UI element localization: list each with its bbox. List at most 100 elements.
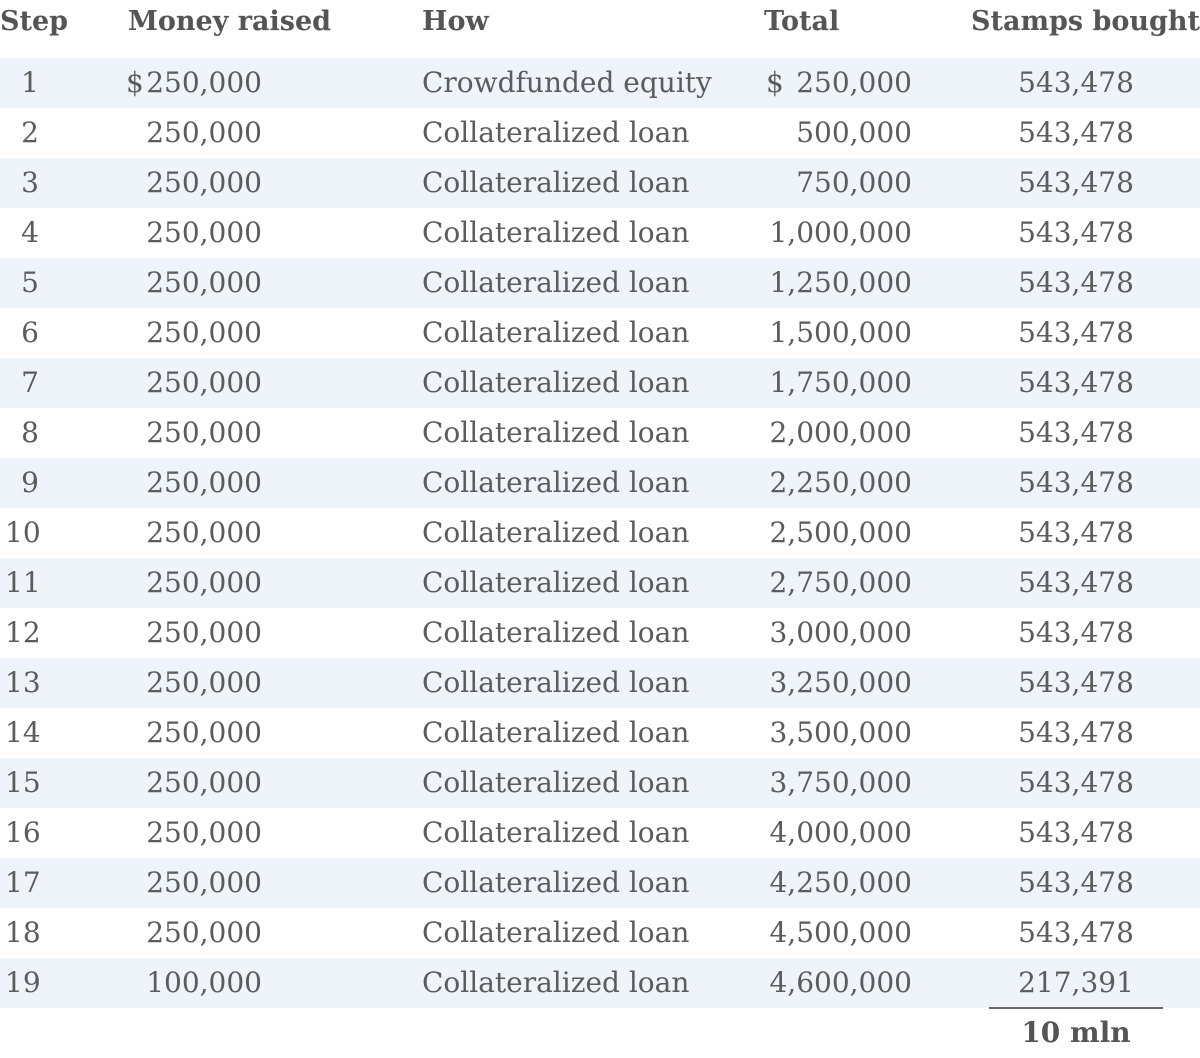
total-value: 750,000 <box>796 166 912 199</box>
money-value: 250,000 <box>146 166 262 199</box>
cell-total: 3,000,000 <box>766 616 912 650</box>
cell-how: Collateralized loan <box>422 916 690 949</box>
table-row: 19 100,000 Collateralized loan 4,600,000 217… <box>0 958 1200 1008</box>
table-row: 18 250,000 Collateralized loan 4,500,000 543… <box>0 908 1200 958</box>
cell-how: Collateralized loan <box>422 516 690 549</box>
cell-money-raised: 250,000 <box>126 816 262 850</box>
cell-total: 3,250,000 <box>766 666 912 700</box>
cell-how: Collateralized loan <box>422 616 690 649</box>
cell-money-raised: $250,000 <box>126 66 262 100</box>
total-value: 2,000,000 <box>769 416 912 449</box>
table-row: 12 250,000 Collateralized loan 3,000,000 543… <box>0 608 1200 658</box>
cell-money-raised: 250,000 <box>126 216 262 250</box>
total-value: 1,000,000 <box>769 216 912 249</box>
cell-stamps-bought: 543,478 <box>1018 766 1134 799</box>
table-row: 17 250,000 Collateralized loan 4,250,000 543… <box>0 858 1200 908</box>
cell-total: 1,500,000 <box>766 316 912 350</box>
cell-money-raised: 250,000 <box>126 616 262 650</box>
table-row: 4 250,000 Collateralized loan 1,000,000 543,… <box>0 208 1200 258</box>
table-row: 13 250,000 Collateralized loan 3,250,000 543… <box>0 658 1200 708</box>
cell-step: 15 <box>5 766 41 799</box>
total-value: 2,500,000 <box>769 516 912 549</box>
money-value: 250,000 <box>146 216 262 249</box>
header-total: Total <box>764 6 840 37</box>
total-value: 3,000,000 <box>769 616 912 649</box>
table-row: 2 250,000 Collateralized loan 500,000 543,47… <box>0 108 1200 158</box>
cell-total: 2,000,000 <box>766 416 912 450</box>
cell-total: 4,500,000 <box>766 916 912 950</box>
table-row: 14 250,000 Collateralized loan 3,500,000 543… <box>0 708 1200 758</box>
header-stamps-bought: Stamps bought <box>970 6 1200 37</box>
total-value: 2,750,000 <box>769 566 912 599</box>
cell-step: 17 <box>5 866 41 899</box>
cell-money-raised: 250,000 <box>126 566 262 600</box>
cell-money-raised: 250,000 <box>126 166 262 200</box>
money-value: 250,000 <box>146 516 262 549</box>
cell-money-raised: 250,000 <box>126 266 262 300</box>
cell-step: 13 <box>5 666 41 699</box>
table-row: 1 $250,000 Crowdfunded equity $250,000 543,4… <box>0 58 1200 108</box>
cell-money-raised: 250,000 <box>126 766 262 800</box>
cell-stamps-bought: 543,478 <box>1018 866 1134 899</box>
cell-total: 1,000,000 <box>766 216 912 250</box>
cell-how: Collateralized loan <box>422 266 690 299</box>
table-row: 10 250,000 Collateralized loan 2,500,000 543… <box>0 508 1200 558</box>
cell-money-raised: 250,000 <box>126 366 262 400</box>
cell-money-raised: 250,000 <box>126 916 262 950</box>
cell-how: Collateralized loan <box>422 466 690 499</box>
total-value: 3,250,000 <box>769 666 912 699</box>
cell-step: 16 <box>5 816 41 849</box>
money-value: 250,000 <box>146 66 262 99</box>
cell-money-raised: 250,000 <box>126 466 262 500</box>
cell-total: 2,250,000 <box>766 466 912 500</box>
cell-money-raised: 250,000 <box>126 666 262 700</box>
table-row: 11 250,000 Collateralized loan 2,750,000 543… <box>0 558 1200 608</box>
money-value: 250,000 <box>146 116 262 149</box>
money-value: 250,000 <box>146 366 262 399</box>
cell-stamps-bought: 543,478 <box>1018 316 1134 349</box>
cell-total: 3,750,000 <box>766 766 912 800</box>
cell-stamps-bought: 543,478 <box>1018 66 1134 99</box>
cell-total: 1,750,000 <box>766 366 912 400</box>
total-value: 1,250,000 <box>769 266 912 299</box>
cell-stamps-bought: 543,478 <box>1018 516 1134 549</box>
total-value: 4,600,000 <box>769 966 912 999</box>
money-value: 250,000 <box>146 866 262 899</box>
cell-stamps-bought: 543,478 <box>1018 566 1134 599</box>
cell-how: Collateralized loan <box>422 766 690 799</box>
total-value: 4,500,000 <box>769 916 912 949</box>
total-value: 4,250,000 <box>769 866 912 899</box>
cell-stamps-bought: 217,391 <box>1018 966 1134 999</box>
cell-total: 750,000 <box>766 166 912 200</box>
money-value: 250,000 <box>146 416 262 449</box>
cell-money-raised: 250,000 <box>126 316 262 350</box>
cell-step: 2 <box>21 116 39 149</box>
header-how: How <box>422 6 489 37</box>
table-row: 9 250,000 Collateralized loan 2,250,000 543,… <box>0 458 1200 508</box>
money-value: 250,000 <box>146 666 262 699</box>
money-value: 250,000 <box>146 266 262 299</box>
money-value: 250,000 <box>146 816 262 849</box>
cell-total: 4,250,000 <box>766 866 912 900</box>
total-value: 3,500,000 <box>769 716 912 749</box>
total-value: 3,750,000 <box>769 766 912 799</box>
cell-how: Collateralized loan <box>422 366 690 399</box>
table-row: 5 250,000 Collateralized loan 1,250,000 543,… <box>0 258 1200 308</box>
cell-step: 19 <box>5 966 41 999</box>
cell-how: Collateralized loan <box>422 166 690 199</box>
cell-how: Crowdfunded equity <box>422 66 712 99</box>
cell-stamps-bought: 543,478 <box>1018 466 1134 499</box>
cell-how: Collateralized loan <box>422 566 690 599</box>
money-value: 250,000 <box>146 316 262 349</box>
cell-step: 10 <box>5 516 41 549</box>
cell-how: Collateralized loan <box>422 116 690 149</box>
cell-total: 2,500,000 <box>766 516 912 550</box>
cell-stamps-bought: 543,478 <box>1018 816 1134 849</box>
cell-total: 4,600,000 <box>766 966 912 1000</box>
cell-stamps-bought: 543,478 <box>1018 616 1134 649</box>
cell-total: 1,250,000 <box>766 266 912 300</box>
money-value: 250,000 <box>146 766 262 799</box>
cell-stamps-bought: 543,478 <box>1018 266 1134 299</box>
cell-step: 3 <box>21 166 39 199</box>
cell-stamps-bought: 543,478 <box>1018 666 1134 699</box>
